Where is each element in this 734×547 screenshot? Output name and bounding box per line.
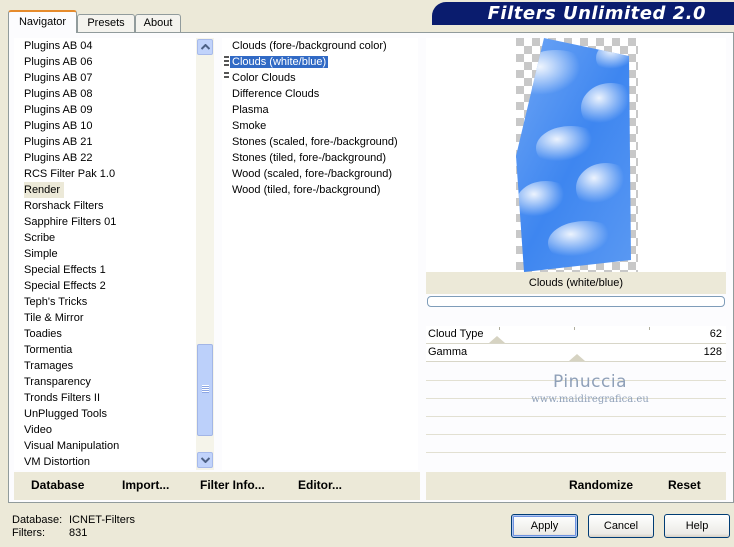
filter-item[interactable]: Stones (scaled, fore-/background) (222, 134, 418, 150)
param-label: Cloud Type (428, 328, 484, 340)
filter-item-label: Clouds (fore-/background color) (232, 40, 387, 52)
category-item[interactable]: Scribe (14, 230, 196, 246)
cloud-type-slider-arrow[interactable] (489, 336, 505, 343)
category-item[interactable]: Plugins AB 09 (14, 102, 196, 118)
param-label: Gamma (428, 346, 468, 358)
reset-button[interactable]: Reset (668, 478, 701, 492)
category-item[interactable]: VM Distortion (14, 454, 196, 470)
preview-image (426, 38, 726, 272)
category-item[interactable]: Plugins AB 07 (14, 70, 196, 86)
chevron-up-icon (200, 44, 210, 50)
category-item[interactable]: RCS Filter Pak 1.0 (14, 166, 196, 182)
category-item[interactable]: Plugins AB 10 (14, 118, 196, 134)
tab-navigator[interactable]: Navigator (8, 10, 77, 33)
category-item[interactable]: Teph's Tricks (14, 294, 196, 310)
scroll-up-button[interactable] (197, 39, 213, 55)
filter-item[interactable]: Color Clouds (222, 70, 418, 86)
right-toolbar: Randomize Reset (426, 472, 726, 500)
drag-handle-icon (224, 56, 229, 68)
status-info: Database: ICNET-Filters Filters: 831 (12, 514, 135, 540)
category-item[interactable]: Plugins AB 04 (14, 38, 196, 54)
left-toolbar: Database Import... Filter Info... Editor… (14, 472, 420, 500)
category-item[interactable]: Tronds Filters II (14, 390, 196, 406)
gamma-slider-arrow[interactable] (569, 354, 585, 361)
apply-button[interactable]: Apply (511, 514, 578, 538)
category-item[interactable]: Plugins AB 22 (14, 150, 196, 166)
filter-item-label: Wood (scaled, fore-/background) (232, 168, 392, 180)
filter-item-label: Stones (scaled, fore-/background) (232, 136, 398, 148)
scroll-thumb[interactable] (197, 344, 213, 436)
filter-item[interactable]: Difference Clouds (222, 86, 418, 102)
filter-item-label: Color Clouds (232, 72, 296, 84)
category-item[interactable]: Render (14, 182, 196, 198)
category-item[interactable]: Tormentia (14, 342, 196, 358)
app-title: Filters Unlimited 2.0 (487, 3, 706, 24)
category-item[interactable]: Simple (14, 246, 196, 262)
filter-item[interactable]: Wood (scaled, fore-/background) (222, 166, 418, 182)
category-item[interactable]: Plugins AB 06 (14, 54, 196, 70)
filter-item[interactable]: Clouds (white/blue) (222, 54, 418, 70)
filter-item[interactable]: Stones (tiled, fore-/background) (222, 150, 418, 166)
category-item-selected: Render (24, 182, 65, 198)
editor-button[interactable]: Editor... (298, 478, 342, 492)
param-cloud-type[interactable]: Cloud Type 62 (426, 326, 726, 344)
tab-presets[interactable]: Presets (77, 14, 135, 32)
filter-item[interactable]: Clouds (fore-/background color) (222, 38, 418, 54)
database-value: ICNET-Filters (69, 514, 135, 526)
category-item[interactable]: Plugins AB 08 (14, 86, 196, 102)
filter-list[interactable]: Clouds (fore-/background color) Clouds (w… (222, 38, 418, 470)
parameters-panel: Cloud Type 62 Gamma 128 (426, 310, 726, 470)
filter-item[interactable]: Wood (tiled, fore-/background) (222, 182, 418, 198)
help-button[interactable]: Help (664, 514, 730, 538)
filters-key: Filters: (12, 527, 45, 539)
filters-value: 831 (69, 527, 88, 539)
category-list[interactable]: Plugins AB 04 Plugins AB 06 Plugins AB 07 P… (14, 38, 196, 470)
import-button[interactable]: Import... (122, 478, 169, 492)
category-item[interactable]: Sapphire Filters 01 (14, 214, 196, 230)
category-item[interactable]: Transparency (14, 374, 196, 390)
database-button[interactable]: Database (31, 478, 84, 492)
category-item[interactable]: Tile & Mirror (14, 310, 196, 326)
filter-item[interactable]: Smoke (222, 118, 418, 134)
drag-handle-icon (224, 72, 229, 80)
tab-about[interactable]: About (135, 14, 181, 32)
filter-item-label: Wood (tiled, fore-/background) (232, 184, 381, 196)
chevron-down-icon (200, 457, 210, 463)
category-item[interactable]: Special Effects 2 (14, 278, 196, 294)
category-item[interactable]: Special Effects 1 (14, 262, 196, 278)
category-item[interactable]: Rorshack Filters (14, 198, 196, 214)
filter-item[interactable]: Plasma (222, 102, 418, 118)
clouds-preview-graphic (516, 38, 638, 272)
filter-item-label: Plasma (232, 104, 269, 116)
progress-bar (427, 296, 725, 307)
category-item[interactable]: Visual Manipulation (14, 438, 196, 454)
category-item[interactable]: Tramages (14, 358, 196, 374)
filter-item-label: Clouds (white/blue) (230, 56, 329, 68)
cancel-button[interactable]: Cancel (588, 514, 654, 538)
category-item[interactable]: UnPlugged Tools (14, 406, 196, 422)
param-value: 128 (703, 346, 722, 358)
filter-item-label: Smoke (232, 120, 267, 132)
title-banner: Filters Unlimited 2.0 (432, 2, 734, 25)
preview-caption: Clouds (white/blue) (426, 272, 726, 294)
filter-info-button[interactable]: Filter Info... (200, 478, 265, 492)
randomize-button[interactable]: Randomize (569, 478, 633, 492)
category-item[interactable]: Plugins AB 21 (14, 134, 196, 150)
database-key: Database: (12, 514, 63, 526)
category-item[interactable]: Video (14, 422, 196, 438)
filter-item-label: Difference Clouds (232, 88, 320, 100)
filter-item-label: Stones (tiled, fore-/background) (232, 152, 387, 164)
category-item[interactable]: Toadies (14, 326, 196, 342)
scroll-down-button[interactable] (197, 452, 213, 468)
category-scrollbar[interactable] (196, 38, 214, 470)
param-value: 62 (709, 328, 722, 340)
